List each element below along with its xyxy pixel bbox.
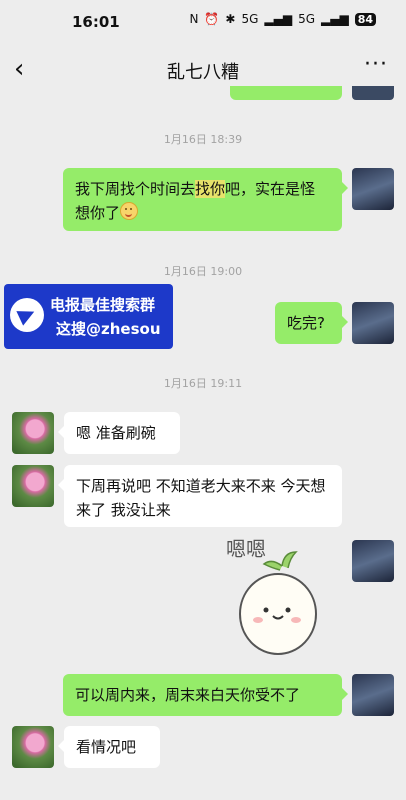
signal-icon: ▂▄▆: [264, 12, 293, 26]
highlighted-text: 找你: [195, 180, 226, 198]
message-text: 吃完?: [287, 314, 325, 332]
my-avatar[interactable]: [352, 674, 394, 716]
message-bubble-outgoing[interactable]: 可以周内来，周末来白天你受不了: [63, 674, 348, 716]
my-avatar[interactable]: [352, 302, 394, 344]
message-bubble-incoming[interactable]: 下周再说吧 不知道老大来不来 今天想来了 我没让来: [58, 465, 342, 527]
chat-header: ‹ 乱七八糟 ···: [0, 44, 406, 94]
message-bubble-outgoing[interactable]: 我下周找个时间去找你吧，实在是怪想你了: [63, 168, 348, 231]
contact-avatar[interactable]: [12, 726, 54, 768]
signal1-label: 5G: [241, 12, 259, 26]
promo-line-2: 这搜@zhesou: [56, 320, 161, 338]
message-bubble-outgoing[interactable]: 吃完?: [275, 302, 348, 344]
telegram-logo-icon: [10, 298, 44, 332]
contact-avatar[interactable]: [12, 412, 54, 454]
message-text: 嗯 准备刷碗: [76, 424, 156, 442]
my-avatar[interactable]: [352, 86, 394, 100]
message-bubble-incoming[interactable]: 嗯 准备刷碗: [58, 412, 180, 454]
telegram-promo-banner[interactable]: 电报最佳搜索群 这搜@zhesou: [4, 284, 173, 349]
more-options-icon[interactable]: ···: [364, 52, 388, 77]
message-text: 下周再说吧 不知道老大来不来 今天想来了 我没让来: [76, 477, 326, 519]
signal2-label: 5G: [298, 12, 315, 26]
message-text: 可以周内来，周末来白天你受不了: [75, 686, 301, 704]
my-avatar[interactable]: [352, 168, 394, 210]
promo-line-1: 电报最佳搜索群: [50, 296, 156, 314]
status-icons: N ⏰ ✱ 5G ▂▄▆ 5G ▂▄▆ 84: [189, 12, 376, 26]
sticker-text: 嗯嗯: [226, 537, 266, 561]
status-time: 16:01: [72, 13, 120, 31]
signal-icon: ▂▄▆: [321, 12, 349, 26]
contact-avatar[interactable]: [12, 465, 54, 507]
message-bubble-incoming[interactable]: 看情况吧: [58, 726, 160, 768]
chat-title: 乱七八糟: [167, 62, 239, 83]
my-avatar[interactable]: [352, 540, 394, 582]
bluetooth-icon: ✱: [225, 12, 236, 26]
nfc-icon: N: [189, 12, 199, 26]
previous-message-bubble[interactable]: [230, 86, 342, 100]
status-bar: 16:01 N ⏰ ✱ 5G ▂▄▆ 5G ▂▄▆ 84: [0, 0, 406, 44]
message-text: 看情况吧: [76, 738, 137, 756]
message-text: 我下周找个时间去: [75, 180, 196, 198]
sticker-image[interactable]: 嗯嗯: [222, 530, 338, 660]
message-timestamp: 1月16日 18:39: [163, 133, 243, 146]
message-timestamp: 1月16日 19:00: [163, 265, 243, 278]
alarm-icon: ⏰: [204, 12, 220, 26]
blush-emoji-icon: [120, 202, 139, 220]
message-timestamp: 1月16日 19:11: [163, 377, 243, 390]
battery-icon: 84: [354, 12, 376, 26]
